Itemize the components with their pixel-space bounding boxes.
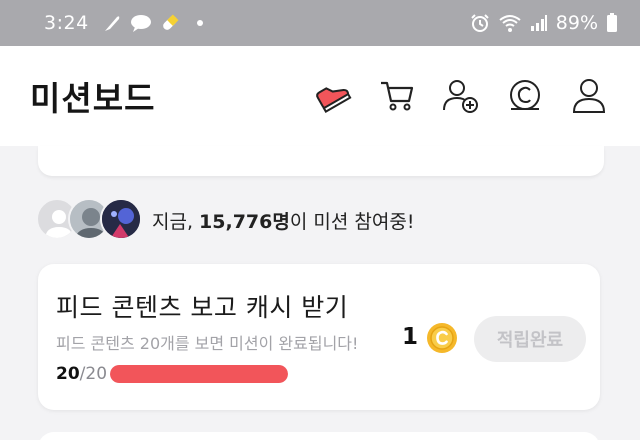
progress-bar	[110, 365, 288, 383]
claim-complete-button[interactable]: 적립완료	[474, 316, 586, 362]
profile-icon[interactable]	[568, 75, 610, 117]
progress-current: 20	[56, 364, 80, 384]
participants-row: 지금, 15,776명이 미션 참여중!	[36, 198, 414, 242]
pill-icon	[162, 14, 179, 30]
cart-icon[interactable]	[376, 75, 418, 117]
chat-bubble-icon	[130, 15, 151, 32]
participants-count: 15,776명	[199, 210, 290, 233]
status-bar: 3:24 89%	[0, 0, 640, 46]
status-time: 3:24	[44, 12, 89, 34]
signal-icon	[530, 15, 547, 31]
mission-description: 피드 콘텐츠 20개를 보면 미션이 완료됩니다!	[56, 334, 359, 353]
wifi-icon	[499, 15, 521, 32]
battery-percent: 89%	[555, 12, 598, 34]
progress-total: /20	[79, 364, 108, 384]
participants-text: 지금, 15,776명이 미션 참여중!	[152, 207, 414, 234]
sneaker-icon[interactable]	[312, 75, 354, 117]
notification-icons	[101, 12, 203, 34]
participant-avatars	[36, 198, 142, 242]
progress-fill	[110, 365, 288, 383]
reward-amount: 1	[402, 324, 419, 350]
cash-coin-icon[interactable]	[504, 75, 546, 117]
feather-icon	[104, 16, 119, 31]
progress-text: 20/20	[56, 364, 107, 384]
coin-icon	[427, 323, 457, 353]
participants-prefix: 지금,	[152, 210, 200, 233]
avatar	[100, 198, 142, 240]
status-right: 89%	[470, 12, 618, 34]
battery-icon	[607, 13, 617, 32]
alarm-icon	[471, 14, 489, 32]
mission-title: 피드 콘텐츠 보고 캐시 받기	[56, 293, 349, 322]
participants-suffix: 이 미션 참여중!	[289, 210, 415, 233]
add-friend-icon[interactable]	[440, 75, 482, 117]
header-actions	[312, 75, 610, 117]
page-title: 미션보드	[30, 79, 156, 118]
previous-card-stub	[38, 146, 604, 176]
next-card-stub	[38, 432, 600, 440]
app-header: 미션보드	[0, 46, 640, 146]
more-notifications-dot	[196, 20, 203, 26]
mission-card[interactable]: 피드 콘텐츠 보고 캐시 받기 피드 콘텐츠 20개를 보면 미션이 완료됩니다…	[38, 264, 600, 410]
